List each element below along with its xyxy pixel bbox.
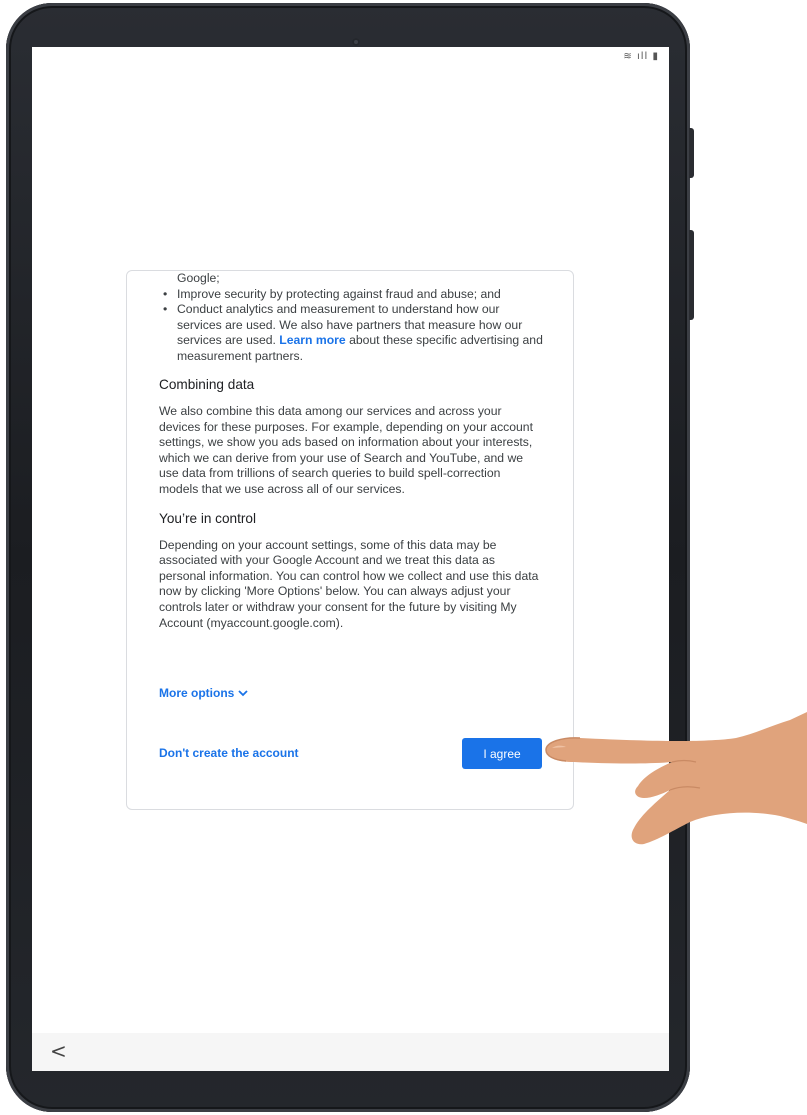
consent-scroll-content[interactable]: Google; • Improve security by protecting … — [159, 271, 543, 631]
back-icon[interactable]: < — [50, 1039, 67, 1063]
chevron-down-icon — [238, 690, 248, 697]
in-control-heading: You’re in control — [159, 510, 256, 526]
list-item: Google; — [177, 271, 220, 285]
list-item: • Improve security by protecting against … — [163, 286, 501, 301]
consent-card: Google; • Improve security by protecting … — [126, 270, 574, 810]
tablet-screen: ≋ ıll ▮ Google; • Improve security by pro… — [32, 47, 669, 1071]
combining-data-heading: Combining data — [159, 377, 255, 392]
in-control-text: Depending on your account settings, some… — [159, 537, 539, 630]
combining-data-text: We also combine this data among our serv… — [159, 404, 533, 496]
more-options-label: More options — [159, 686, 235, 700]
more-options-button[interactable]: More options — [159, 686, 249, 700]
i-agree-button[interactable]: I agree — [462, 738, 542, 769]
dont-create-account-button[interactable]: Don't create the account — [159, 746, 299, 760]
bullet-icon: • — [163, 302, 168, 316]
pointing-hand-icon — [545, 712, 807, 845]
learn-more-link[interactable]: Learn more — [279, 333, 345, 347]
list-item: • Conduct analytics and measurement to un… — [163, 302, 543, 363]
navigation-bar: < — [32, 1033, 669, 1071]
status-bar-icons: ≋ ıll ▮ — [623, 51, 659, 62]
volume-button — [689, 128, 694, 178]
power-button — [689, 230, 694, 320]
purpose-list: Google; • Improve security by protecting … — [159, 271, 543, 364]
camera-icon — [352, 38, 360, 46]
bullet-icon: • — [163, 286, 168, 301]
